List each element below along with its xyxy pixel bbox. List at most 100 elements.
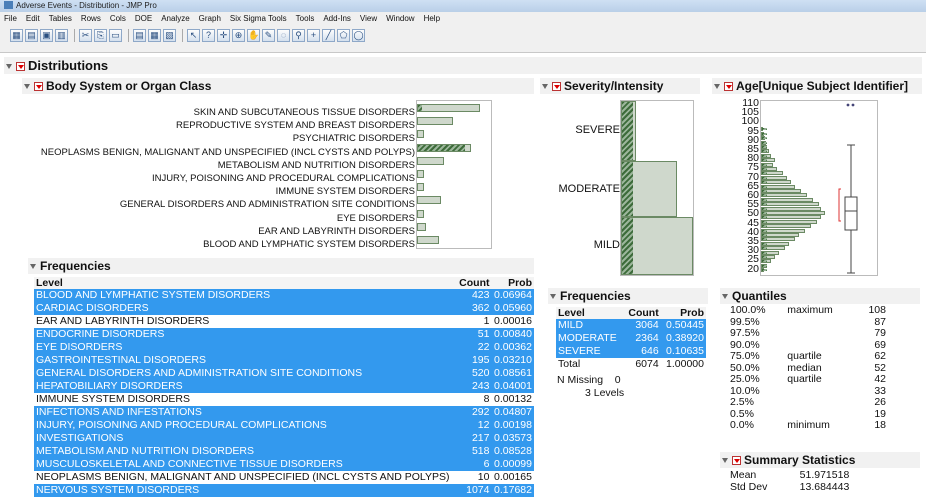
frequency-row[interactable]: NEOPLASMS BENIGN, MALIGNANT AND UNSPECIF…: [34, 471, 534, 484]
frequency-row[interactable]: INFECTIONS AND INFESTATIONS 292 0.04807: [34, 406, 534, 419]
body-system-bar[interactable]: [417, 222, 426, 231]
severity-row[interactable]: MODERATE 2364 0.38920: [556, 332, 706, 345]
frequency-row[interactable]: HEPATOBILIARY DISORDERS 243 0.04001: [34, 380, 534, 393]
red-triangle-menu-icon[interactable]: [16, 62, 25, 71]
new-table-icon[interactable]: ▦: [10, 29, 23, 42]
disclosure-icon[interactable]: [722, 294, 728, 299]
frequency-row[interactable]: EAR AND LABYRINTH DISORDERS 1 0.00016: [34, 315, 534, 328]
body-system-bar[interactable]: [417, 196, 441, 205]
disclosure-icon[interactable]: [722, 458, 728, 463]
age-histogram[interactable]: [760, 100, 878, 276]
menu-tables[interactable]: Tables: [49, 14, 72, 23]
paste-icon[interactable]: ▭: [109, 29, 122, 42]
menu-tools[interactable]: Tools: [296, 14, 315, 23]
copy-icon[interactable]: ⎘: [94, 29, 107, 42]
menu-add-ins[interactable]: Add-Ins: [323, 14, 351, 23]
lasso-tool-icon[interactable]: ◌: [277, 29, 290, 42]
menu-rows[interactable]: Rows: [81, 14, 101, 23]
cut-icon[interactable]: ✂: [79, 29, 92, 42]
arrow-tool-icon[interactable]: ↖: [187, 29, 200, 42]
menu-analyze[interactable]: Analyze: [161, 14, 189, 23]
frequency-row[interactable]: INVESTIGATIONS 217 0.03573: [34, 432, 534, 445]
save-icon[interactable]: ▣: [40, 29, 53, 42]
red-triangle-menu-icon[interactable]: [34, 82, 43, 91]
menu-file[interactable]: File: [4, 14, 17, 23]
frequency-row[interactable]: INJURY, POISONING AND PROCEDURAL COMPLIC…: [34, 419, 534, 432]
age-header[interactable]: Age[Unique Subject Identifier]: [712, 78, 922, 94]
disclosure-icon[interactable]: [550, 294, 556, 299]
frequency-row[interactable]: GENERAL DISORDERS AND ADMINISTRATION SIT…: [34, 367, 534, 380]
script-icon[interactable]: ▧: [163, 29, 176, 42]
disclosure-icon[interactable]: [24, 84, 30, 89]
help-tool-icon[interactable]: ?: [202, 29, 215, 42]
frequency-row[interactable]: MUSCULOSKELETAL AND CONNECTIVE TISSUE DI…: [34, 458, 534, 471]
annotate-tool-icon[interactable]: +: [307, 29, 320, 42]
frequencies-header[interactable]: Frequencies: [28, 258, 534, 274]
quantiles-header[interactable]: Quantiles: [720, 288, 920, 304]
open-icon[interactable]: ▤: [25, 29, 38, 42]
selection-tool-icon[interactable]: ✛: [217, 29, 230, 42]
severity-header[interactable]: Severity/Intensity: [540, 78, 700, 94]
disclosure-icon[interactable]: [30, 264, 36, 269]
menu-doe[interactable]: DOE: [135, 14, 152, 23]
disclosure-icon[interactable]: [714, 84, 720, 89]
body-system-header[interactable]: Body System or Organ Class: [22, 78, 534, 94]
disclosure-icon[interactable]: [6, 64, 12, 69]
severity-row[interactable]: SEVERE 646 0.10635: [556, 345, 706, 358]
col-header-level[interactable]: Level: [556, 307, 624, 319]
simple-shape-tool-icon[interactable]: ◯: [352, 29, 365, 42]
red-triangle-menu-icon[interactable]: [732, 456, 741, 465]
quantile-pct: 2.5%: [730, 396, 754, 408]
severity-frequencies-header[interactable]: Frequencies: [548, 288, 708, 304]
body-system-bar[interactable]: [417, 236, 439, 244]
severity-bar-moderate[interactable]: [621, 161, 677, 217]
severity-bar-severe[interactable]: [621, 101, 637, 161]
frequency-row[interactable]: ENDOCRINE DISORDERS 51 0.00840: [34, 328, 534, 341]
col-header-count[interactable]: Count: [456, 277, 492, 289]
frequency-row[interactable]: CARDIAC DISORDERS 362 0.05960: [34, 302, 534, 315]
body-system-bar[interactable]: [417, 156, 445, 165]
red-triangle-menu-icon[interactable]: [724, 82, 733, 91]
magnifier-tool-icon[interactable]: ⚲: [292, 29, 305, 42]
grabber-tool-icon[interactable]: ✋: [247, 29, 260, 42]
frequency-row[interactable]: BLOOD AND LYMPHATIC SYSTEM DISORDERS 423 0…: [34, 289, 534, 302]
line-tool-icon[interactable]: ╱: [322, 29, 335, 42]
distributions-header[interactable]: Distributions: [4, 57, 922, 74]
frequency-row[interactable]: IMMUNE SYSTEM DISORDERS 8 0.00132: [34, 393, 534, 406]
col-header-prob[interactable]: Prob: [491, 277, 534, 289]
frequency-row[interactable]: GASTROINTESTINAL DISORDERS 195 0.03210: [34, 354, 534, 367]
disclosure-icon[interactable]: [542, 84, 548, 89]
body-system-bar[interactable]: [417, 104, 481, 112]
body-system-bar[interactable]: [417, 130, 425, 139]
menu-edit[interactable]: Edit: [26, 14, 40, 23]
body-system-bar[interactable]: [417, 183, 425, 192]
col-header-prob[interactable]: Prob: [660, 307, 706, 319]
frequency-row[interactable]: NERVOUS SYSTEM DISORDERS 1074 0.17682: [34, 484, 534, 497]
severity-row[interactable]: MILD 3064 0.50445: [556, 319, 706, 332]
menu-graph[interactable]: Graph: [199, 14, 221, 23]
severity-bar-chart[interactable]: [620, 100, 694, 276]
body-system-bar[interactable]: [417, 117, 453, 126]
menu-view[interactable]: View: [360, 14, 377, 23]
body-system-bar-chart[interactable]: [416, 100, 492, 249]
summary-statistics-header[interactable]: Summary Statistics: [720, 452, 920, 468]
crosshair-tool-icon[interactable]: ⊕: [232, 29, 245, 42]
menu-help[interactable]: Help: [424, 14, 440, 23]
col-header-count[interactable]: Count: [623, 307, 661, 319]
red-triangle-menu-icon[interactable]: [552, 82, 561, 91]
menu-six-sigma-tools[interactable]: Six Sigma Tools: [230, 14, 287, 23]
brush-tool-icon[interactable]: ✎: [262, 29, 275, 42]
col-header-level[interactable]: Level: [34, 277, 457, 289]
severity-bar-mild[interactable]: [621, 217, 693, 275]
body-system-bar[interactable]: [417, 209, 425, 218]
menu-window[interactable]: Window: [386, 14, 414, 23]
frequency-row[interactable]: EYE DISORDERS 22 0.00362: [34, 341, 534, 354]
polygon-tool-icon[interactable]: ⬠: [337, 29, 350, 42]
menu-cols[interactable]: Cols: [110, 14, 126, 23]
body-system-bar[interactable]: [417, 170, 425, 178]
layout-icon[interactable]: ▦: [148, 29, 161, 42]
print-icon[interactable]: ▥: [55, 29, 68, 42]
body-system-bar[interactable]: [417, 143, 471, 152]
frequency-row[interactable]: METABOLISM AND NUTRITION DISORDERS 518 0.0…: [34, 445, 534, 458]
journal-icon[interactable]: ▤: [133, 29, 146, 42]
